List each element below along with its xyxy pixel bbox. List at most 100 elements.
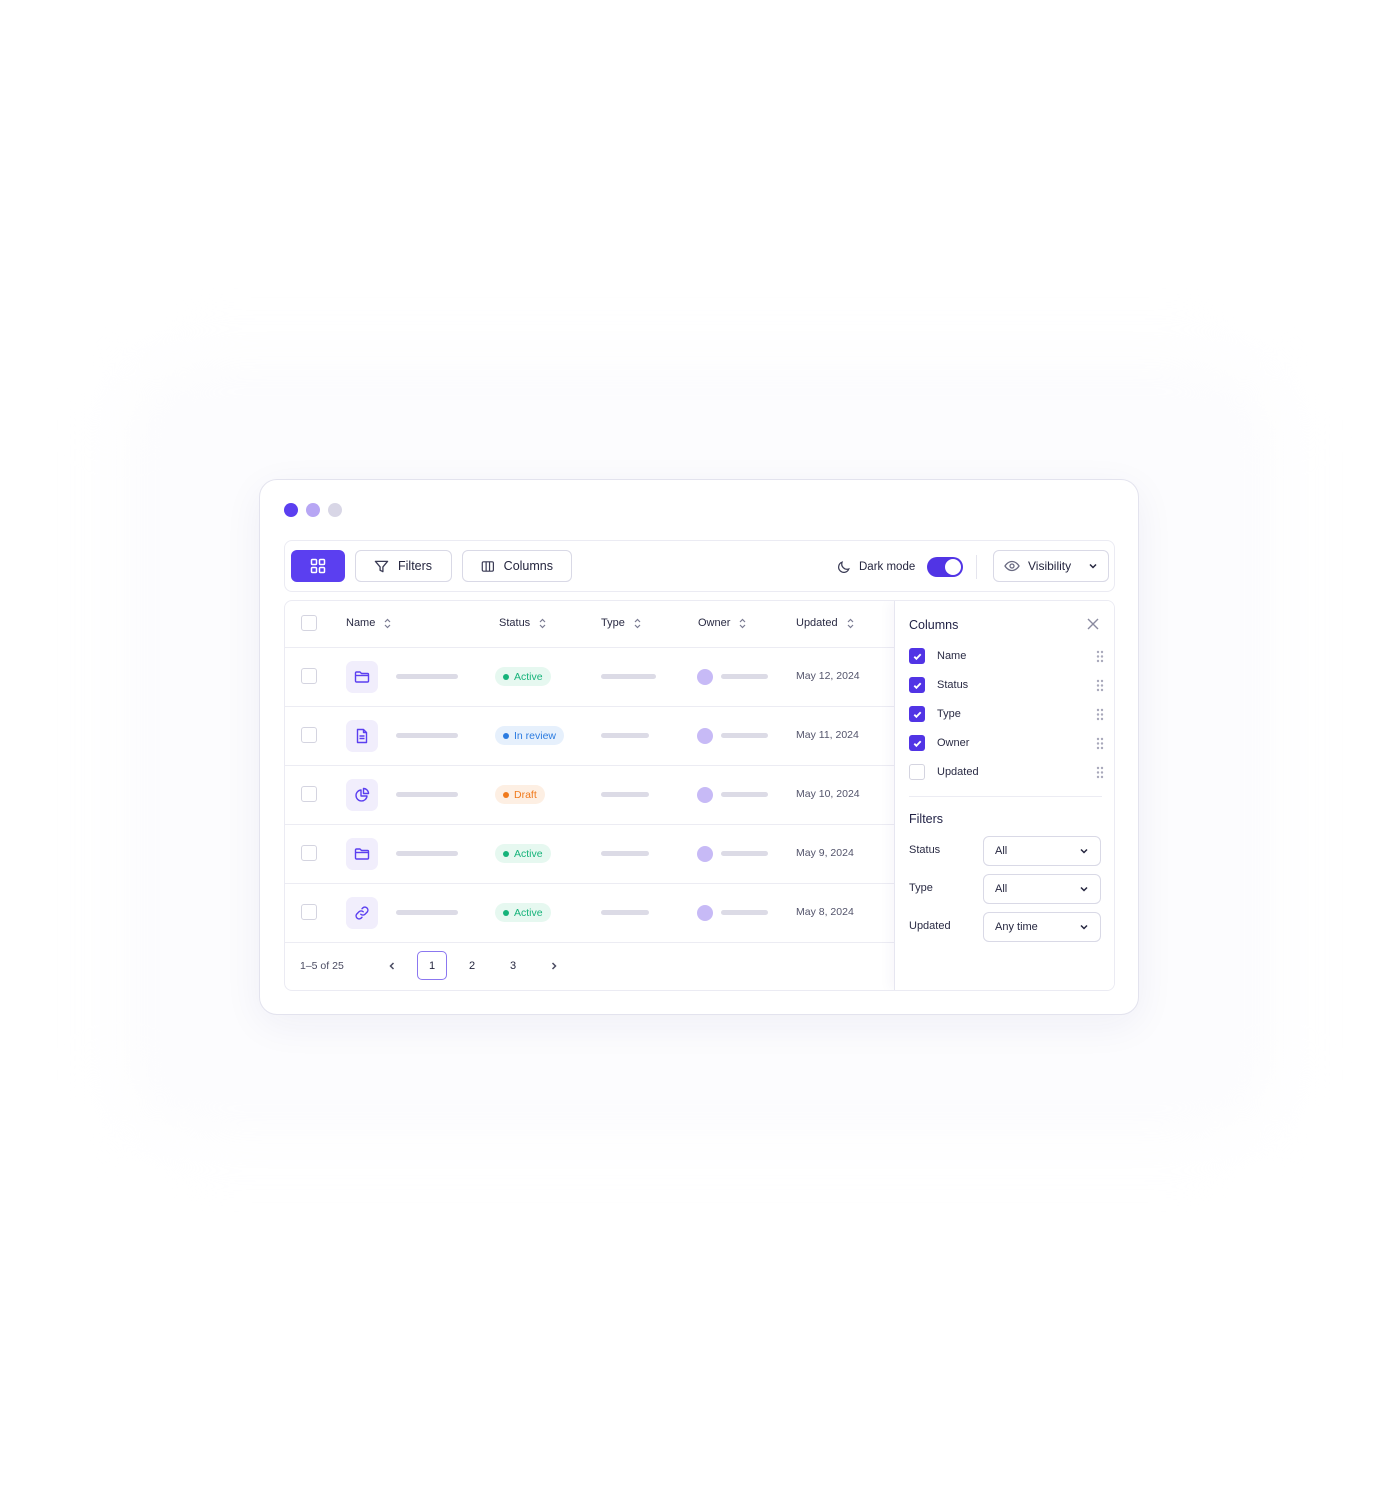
header-updated-label: Updated	[796, 617, 838, 629]
header-updated[interactable]: Updated	[796, 617, 854, 629]
select-value: All	[995, 845, 1008, 857]
row-icon-tile	[346, 779, 378, 811]
status-badge: Draft	[495, 785, 545, 804]
row-icon-tile	[346, 720, 378, 752]
document-icon	[356, 728, 368, 744]
page-3-button[interactable]: 3	[498, 951, 528, 980]
sort-icon	[739, 618, 746, 628]
drag-handle-icon[interactable]	[1096, 650, 1104, 663]
column-label: Owner	[937, 737, 970, 749]
column-label: Status	[937, 679, 969, 691]
row-checkbox[interactable]	[301, 668, 317, 684]
drag-handle-icon[interactable]	[1096, 708, 1104, 721]
check-icon	[913, 682, 921, 689]
page-2-button[interactable]: 2	[457, 951, 487, 980]
window-dot-1[interactable]	[284, 503, 298, 517]
drag-handle-icon[interactable]	[1096, 766, 1104, 779]
check-icon	[913, 711, 921, 718]
updated-filter-select[interactable]: Any time	[983, 912, 1101, 942]
checkbox-checked[interactable]	[909, 677, 925, 693]
dark-mode-toggle[interactable]	[927, 557, 964, 577]
column-toggle-name[interactable]: Name	[909, 647, 1104, 665]
columns-button[interactable]: Columns	[462, 550, 572, 582]
column-toggle-updated[interactable]: Updated	[909, 763, 1104, 781]
status-text: Active	[514, 670, 543, 683]
page-1-button[interactable]: 1	[417, 951, 447, 980]
table-row[interactable]: Active May 8, 2024	[285, 883, 895, 943]
checkbox-unchecked[interactable]	[909, 764, 925, 780]
header-type[interactable]: Type	[601, 617, 641, 629]
checkbox-checked[interactable]	[909, 735, 925, 751]
chevron-right-icon	[551, 961, 557, 970]
filters-button[interactable]: Filters	[355, 550, 452, 582]
header-status[interactable]: Status	[499, 617, 546, 629]
row-checkbox[interactable]	[301, 727, 317, 743]
status-dot	[503, 673, 509, 680]
row-checkbox[interactable]	[301, 845, 317, 861]
app-window: Filters Columns Dark mode Visibility Nam…	[259, 479, 1139, 1015]
header-name-label: Name	[346, 617, 376, 629]
owner-placeholder	[721, 733, 768, 738]
chevron-down-icon	[1080, 848, 1088, 854]
owner-placeholder	[721, 910, 768, 915]
chevron-down-icon	[1080, 924, 1088, 930]
prev-page-button[interactable]	[377, 951, 407, 980]
drag-handle-icon[interactable]	[1096, 679, 1104, 692]
table-row[interactable]: Active May 12, 2024	[285, 647, 895, 707]
header-owner-label: Owner	[698, 617, 731, 629]
type-placeholder	[601, 792, 649, 797]
filter-icon	[374, 560, 389, 572]
name-placeholder	[396, 910, 458, 915]
select-value: Any time	[995, 921, 1038, 933]
visibility-label: Visibility	[1028, 559, 1072, 573]
chevron-left-icon	[389, 961, 395, 970]
owner-placeholder	[721, 851, 768, 856]
row-icon-tile	[346, 661, 378, 693]
type-filter-select[interactable]: All	[983, 874, 1101, 904]
updated-date: May 11, 2024	[796, 729, 859, 741]
columns-icon	[481, 560, 494, 572]
visibility-dropdown[interactable]: Visibility	[993, 550, 1109, 582]
checkbox-checked[interactable]	[909, 706, 925, 722]
status-dot	[503, 732, 509, 739]
table-row[interactable]: Active May 9, 2024	[285, 824, 895, 884]
owner-placeholder	[721, 792, 768, 797]
type-placeholder	[601, 910, 649, 915]
table-row[interactable]: Draft May 10, 2024	[285, 765, 895, 825]
table-row[interactable]: In review May 11, 2024	[285, 706, 895, 766]
checkbox-checked[interactable]	[909, 648, 925, 664]
avatar	[697, 728, 713, 744]
drag-handle-icon[interactable]	[1096, 737, 1104, 750]
row-icon-tile	[346, 897, 378, 929]
column-toggle-owner[interactable]: Owner	[909, 734, 1104, 752]
status-text: Active	[514, 847, 543, 860]
next-page-button[interactable]	[539, 951, 569, 980]
toggle-knob	[945, 559, 962, 575]
toolbar-divider	[976, 555, 977, 579]
sort-icon	[847, 618, 854, 628]
updated-date: May 8, 2024	[796, 906, 854, 918]
row-checkbox[interactable]	[301, 786, 317, 802]
folder-icon	[354, 671, 370, 683]
row-checkbox[interactable]	[301, 904, 317, 920]
columns-panel-title: Columns	[909, 618, 959, 632]
filter-status: Status All	[909, 836, 1102, 866]
close-icon[interactable]	[1085, 616, 1101, 632]
status-badge: Active	[495, 667, 551, 686]
column-toggle-type[interactable]: Type	[909, 705, 1104, 723]
status-filter-select[interactable]: All	[983, 836, 1101, 866]
status-dot	[503, 791, 509, 798]
status-dot	[503, 909, 509, 916]
updated-date: May 10, 2024	[796, 788, 860, 800]
status-badge: Active	[495, 844, 551, 863]
table-header: Name Status Type Owner Updated	[285, 601, 895, 648]
grid-view-button[interactable]	[291, 550, 345, 582]
select-all-checkbox[interactable]	[301, 615, 317, 631]
window-dot-2[interactable]	[306, 503, 320, 517]
column-toggle-status[interactable]: Status	[909, 676, 1104, 694]
moon-icon	[838, 561, 850, 573]
header-owner[interactable]: Owner	[698, 617, 746, 629]
header-name[interactable]: Name	[346, 617, 391, 629]
status-badge: In review	[495, 726, 565, 745]
window-dot-3[interactable]	[328, 503, 342, 517]
